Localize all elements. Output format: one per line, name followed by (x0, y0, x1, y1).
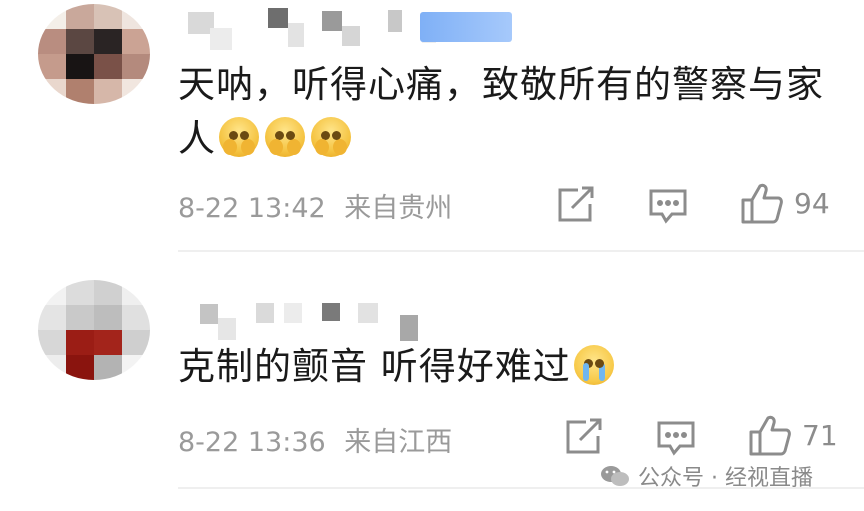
share-button[interactable] (564, 418, 604, 456)
comment-icon (648, 188, 688, 224)
wechat-icon (600, 464, 630, 488)
comment-time: 8-22 13:42 (178, 193, 326, 224)
praying-hands-emoji-icon (265, 117, 305, 157)
thumbs-up-icon (748, 414, 792, 456)
like-count: 94 (794, 186, 830, 220)
comment-icon (656, 420, 696, 456)
reply-button[interactable] (656, 420, 696, 456)
crying-face-emoji-icon (573, 345, 614, 385)
share-button[interactable] (556, 186, 596, 224)
comment-text: 天呐，听得心痛，致敬所有的警察与家 人 (178, 63, 824, 160)
share-icon (564, 418, 604, 456)
vip-badge (420, 12, 512, 42)
comment-text: 克制的颤音 听得好难过 (178, 340, 617, 394)
reply-button[interactable] (648, 188, 688, 224)
comment-item: 天呐，听得心痛，致敬所有的警察与家 人 8-22 13:42 来自贵州 94 (0, 0, 864, 252)
username-blurred[interactable] (200, 298, 418, 341)
comment-location: 来自贵州 (344, 193, 453, 224)
like-button[interactable]: 71 (748, 414, 838, 456)
comment-time: 8-22 13:36 (178, 427, 326, 458)
avatar[interactable] (38, 280, 150, 380)
comment-meta: 8-22 13:36 来自江西 (178, 420, 452, 459)
watermark-text: 公众号 · 经视直播 (638, 466, 813, 491)
praying-hands-emoji-icon (311, 117, 351, 157)
like-button[interactable]: 94 (740, 182, 830, 224)
avatar[interactable] (38, 4, 150, 104)
comment-meta: 8-22 13:42 来自贵州 (178, 186, 452, 225)
watermark: 公众号 · 经视直播 (600, 460, 813, 492)
share-icon (556, 186, 596, 224)
comment-location: 来自江西 (344, 427, 453, 458)
thumbs-up-icon (740, 182, 784, 224)
like-count: 71 (802, 418, 838, 452)
username-blurred[interactable] (188, 6, 436, 50)
praying-hands-emoji-icon (219, 117, 259, 157)
